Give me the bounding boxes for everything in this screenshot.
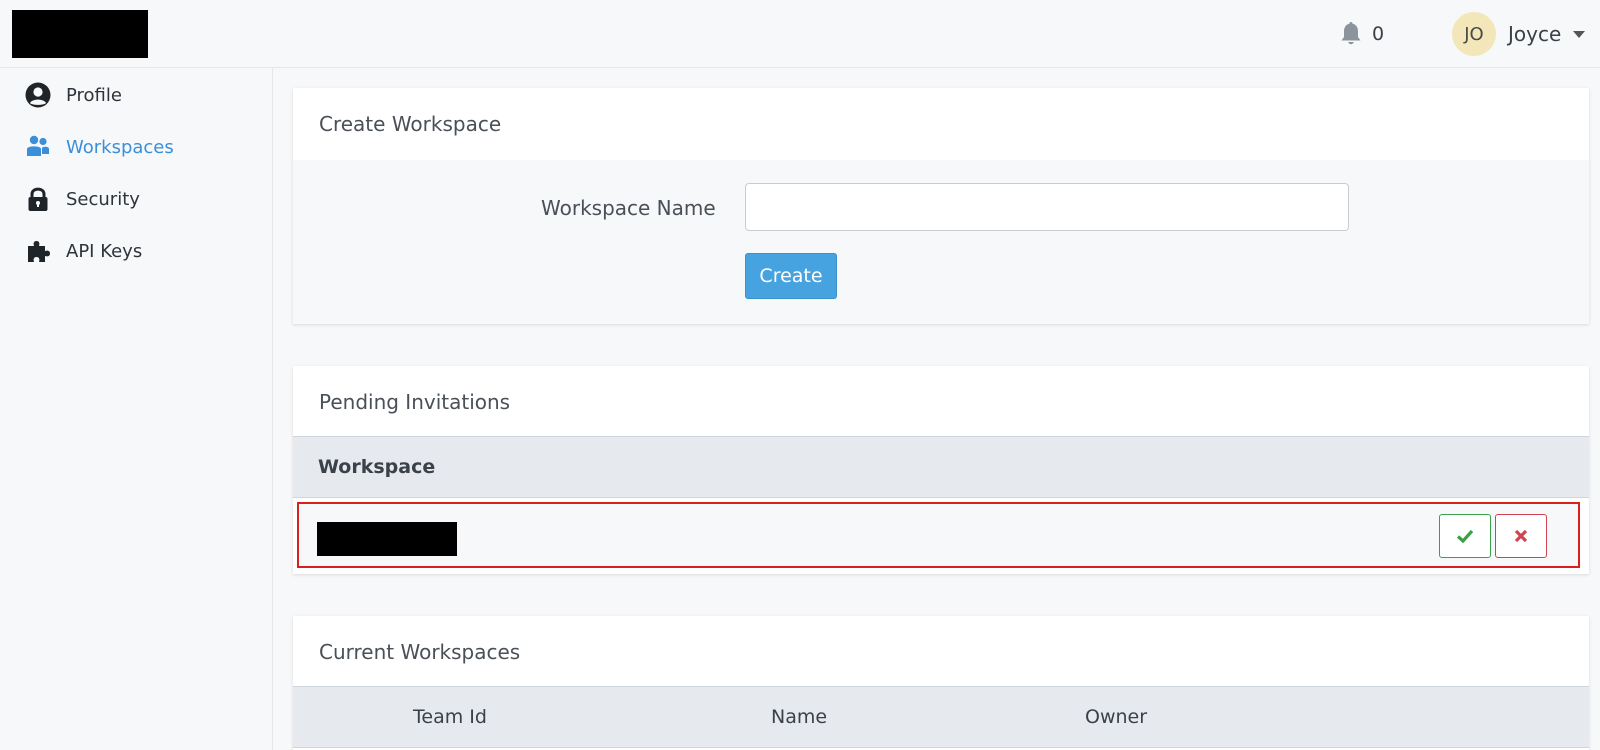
notification-count: 0 [1372,23,1385,45]
create-button[interactable]: Create [745,253,837,299]
user-circle-icon [24,81,52,109]
table-row [297,502,1580,568]
notifications-button[interactable]: 0 [1340,20,1384,48]
sidebar: Profile Workspaces Security API Keys [0,68,273,750]
workspace-name-input[interactable] [745,183,1349,231]
column-header-team-id[interactable]: Team Id [413,706,487,728]
top-bar: 0 JO Joyce [0,0,1600,68]
column-header-name[interactable]: Name [771,706,827,728]
workspace-name-label: Workspace Name [541,196,716,220]
user-menu[interactable]: JO Joyce [1452,12,1586,56]
sidebar-item-profile[interactable]: Profile [24,80,122,110]
avatar: JO [1452,12,1496,56]
sidebar-item-label: Security [66,188,140,210]
close-icon [1514,529,1528,543]
puzzle-icon [24,237,52,265]
current-workspaces-card: Current Workspaces Team Id Name Owner [293,616,1589,750]
logo[interactable] [12,10,148,58]
column-header-workspace: Workspace [318,456,436,478]
table-header: Team Id Name Owner [293,686,1589,748]
user-name: Joyce [1508,22,1562,46]
redacted-workspace-name [317,522,457,556]
pending-invitations-card: Pending Invitations Workspace [293,366,1589,574]
sidebar-item-label: Workspaces [66,136,174,158]
card-title: Create Workspace [319,112,502,136]
sidebar-item-security[interactable]: Security [24,184,140,214]
sidebar-item-workspaces[interactable]: Workspaces [24,132,174,162]
reject-invitation-button[interactable] [1495,514,1547,558]
create-workspace-card: Create Workspace Workspace Name Create [293,88,1589,324]
sidebar-item-label: API Keys [66,240,143,262]
users-icon [24,133,52,161]
check-icon [1456,529,1474,544]
caret-down-icon [1573,30,1586,38]
card-title: Pending Invitations [319,390,511,414]
bell-icon [1341,22,1361,45]
sidebar-item-api-keys[interactable]: API Keys [24,236,142,266]
column-header-owner[interactable]: Owner [1085,706,1147,728]
table-header: Workspace [293,436,1589,498]
card-title: Current Workspaces [319,640,521,664]
sidebar-item-label: Profile [66,84,122,106]
lock-icon [24,185,52,213]
accept-invitation-button[interactable] [1439,514,1491,558]
